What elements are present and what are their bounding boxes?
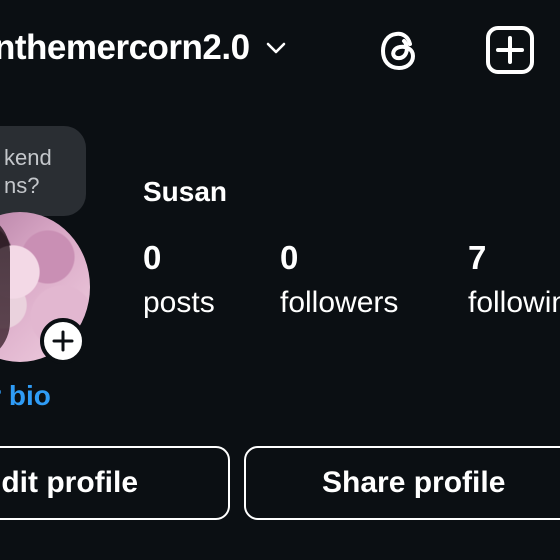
following-label: following [468,286,560,319]
chevron-down-icon [266,42,285,54]
followers-count: 0 [280,239,299,276]
following-stat[interactable]: 7 following [468,238,560,328]
followers-label: followers [280,286,399,319]
edit-profile-button[interactable]: dit profile [0,446,230,520]
posts-stat[interactable]: 0 posts [143,238,215,328]
plus-square-icon[interactable] [484,24,536,76]
note-text-line1: kend [4,145,52,170]
display-name: Susan [143,176,228,207]
plus-icon [52,330,74,352]
note-bubble[interactable]: kend ns? [0,126,86,216]
username: nthemercorn2.0 [0,28,250,67]
posts-label: posts [143,286,215,319]
profile-screen: nthemercorn2.0 kend ns? Susan 0 posts 0 … [0,0,560,560]
note-text-line2: ns? [4,173,40,198]
followers-stat[interactable]: 0 followers [280,238,398,328]
share-profile-button[interactable]: Share profile [244,446,560,520]
threads-icon[interactable] [374,24,426,76]
username-switcher[interactable]: nthemercorn2.0 [0,28,288,68]
add-bio-link[interactable]: our bio [0,380,51,412]
posts-count: 0 [143,239,162,276]
following-count: 7 [468,239,487,276]
avatar-photo-detail [0,212,10,362]
avatar-add-story-button[interactable] [40,318,86,364]
